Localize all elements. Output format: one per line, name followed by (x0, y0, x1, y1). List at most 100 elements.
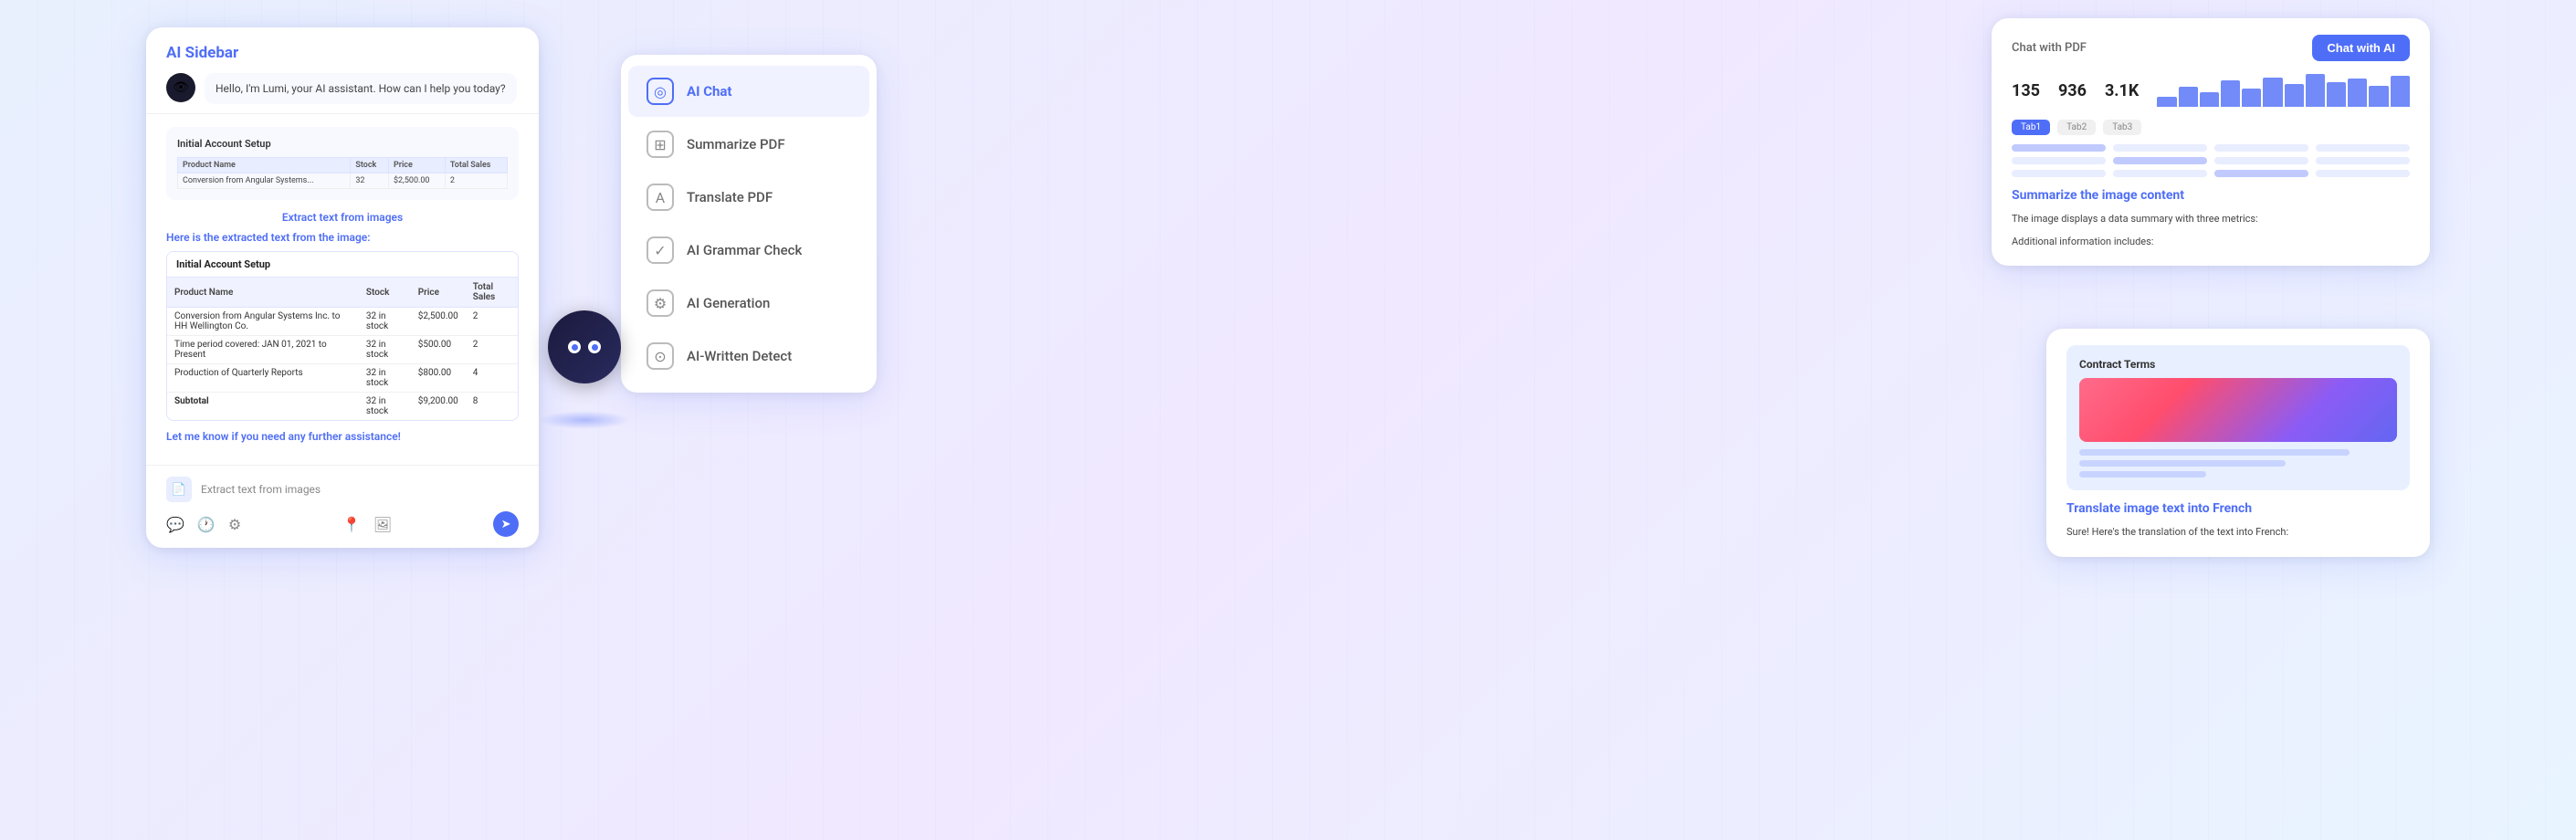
bar-2 (2179, 87, 2198, 107)
summary-text: The image displays a data summary with t… (2012, 212, 2410, 227)
contract-line-1 (2079, 449, 2350, 456)
extracted-table-wrapper: Initial Account Setup Product Name Stock… (166, 251, 519, 421)
table-preview-row-3 (2012, 170, 2410, 177)
preview-row: Conversion from Angular Systems... 32 $2… (178, 173, 508, 189)
extract-preview: Initial Account Setup Product Name Stock… (166, 127, 519, 200)
stat-tab-3[interactable]: Tab3 (2103, 120, 2141, 135)
settings-icon[interactable]: ⚙ (228, 516, 241, 533)
contract-image-placeholder (2079, 378, 2397, 442)
preview-col-6 (2316, 157, 2410, 164)
bar-10 (2348, 79, 2367, 107)
preview-col-header-product: Product Name (178, 158, 351, 173)
bar-3 (2200, 92, 2219, 107)
extract-preview-title: Initial Account Setup (177, 138, 508, 150)
send-button[interactable]: ➤ (493, 511, 519, 537)
bar-5 (2242, 89, 2261, 107)
stat-value-3: 3.1K (2105, 81, 2139, 100)
chat-with-ai-button[interactable]: Chat with AI (2312, 35, 2410, 61)
menu-item-ai-generation[interactable]: ⚙ AI Generation (628, 278, 869, 329)
chat-pdf-title: Chat with PDF (2012, 41, 2087, 55)
col-product: Product Name (167, 278, 359, 308)
contract-preview-title: Contract Terms (2079, 358, 2397, 371)
clock-icon[interactable]: 🕐 (197, 516, 216, 533)
table-preview-row-2 (2012, 157, 2410, 164)
contract-line-2 (2079, 460, 2286, 467)
ai-greeting-text: Hello, I'm Lumi, your AI assistant. How … (205, 73, 517, 104)
menu-label-ai-chat: AI Chat (687, 83, 732, 100)
bar-4 (2221, 80, 2240, 107)
bar-12 (2391, 76, 2410, 107)
footer-input-row: 📄 Extract text from images (166, 477, 519, 502)
table-row: Conversion from Angular Systems Inc. to … (167, 308, 518, 336)
preview-col-dark-3 (2214, 170, 2308, 177)
location-pin-icon: 📍 (342, 516, 361, 533)
stat-tabs: Tab1 Tab2 Tab3 (2012, 120, 2410, 135)
menu-label-summarize-pdf: Summarize PDF (687, 136, 785, 152)
extracted-table: Product Name Stock Price Total Sales Con… (167, 278, 518, 420)
preview-col-header-stock: Stock (351, 158, 389, 173)
mini-bar-chart (2157, 74, 2410, 107)
col-sales: Total Sales (466, 278, 518, 308)
preview-col-7 (2012, 170, 2106, 177)
extracted-text-label: Here is the extracted text from the imag… (166, 231, 519, 244)
menu-item-summarize-pdf[interactable]: ⊞ Summarize PDF (628, 119, 869, 170)
menu-item-grammar-check[interactable]: ✓ AI Grammar Check (628, 225, 869, 276)
ai-sidebar-card: AI Sidebar Hello, I'm Lumi, your AI assi… (146, 27, 539, 548)
bar-9 (2327, 82, 2346, 107)
table-preview (2012, 144, 2410, 177)
menu-item-ai-written-detect[interactable]: ⊙ AI-Written Detect (628, 331, 869, 382)
footer-input-text: Extract text from images (201, 483, 519, 496)
translate-pdf-icon: A (647, 184, 674, 211)
further-assistance-text: Let me know if you need any further assi… (166, 430, 519, 443)
preview-col-5 (2214, 157, 2308, 164)
extract-link[interactable]: Extract text from images (166, 211, 519, 224)
preview-col-9 (2316, 170, 2410, 177)
bar-6 (2263, 78, 2282, 107)
table-preview-row-1 (2012, 144, 2410, 152)
stat-item-3: 3.1K (2105, 81, 2139, 100)
preview-col-8 (2113, 170, 2207, 177)
stat-item-2: 936 (2058, 81, 2087, 100)
menu-item-ai-chat[interactable]: ◎ AI Chat (628, 66, 869, 117)
stat-tab-1[interactable]: Tab1 (2012, 120, 2050, 135)
preview-col-header-sales: Total Sales (445, 158, 507, 173)
contract-lines (2079, 449, 2397, 478)
bar-7 (2285, 84, 2304, 107)
robot-glow (539, 411, 630, 429)
menu-label-grammar-check: AI Grammar Check (687, 242, 802, 258)
grammar-check-icon: ✓ (647, 236, 674, 264)
ai-sidebar-header: AI Sidebar Hello, I'm Lumi, your AI assi… (146, 27, 539, 114)
stat-tab-2[interactable]: Tab2 (2057, 120, 2096, 135)
stat-value-1: 135 (2012, 81, 2040, 100)
col-price: Price (411, 278, 466, 308)
speech-bubble-icon[interactable]: 💬 (166, 516, 184, 533)
summary-subtext: Additional information includes: (2012, 235, 2410, 250)
col-stock: Stock (359, 278, 411, 308)
chat-pdf-header: Chat with PDF Chat with AI (2012, 35, 2410, 61)
menu-label-translate-pdf: Translate PDF (687, 189, 773, 205)
footer-icons-row: 💬 🕐 ⚙ 📍 🖼 ➤ (166, 511, 519, 537)
doc-icon: 📄 (166, 477, 192, 502)
robot-eyes (568, 341, 601, 353)
preview-col-4 (2012, 157, 2106, 164)
ai-generation-icon: ⚙ (647, 289, 674, 317)
preview-col-header-price: Price (388, 158, 445, 173)
ai-sidebar-content: Initial Account Setup Product Name Stock… (146, 114, 539, 465)
table-row: Subtotal 32 in stock $9,200.00 8 (167, 393, 518, 421)
preview-col-1 (2113, 144, 2207, 152)
image-upload-icon[interactable]: 🖼 (373, 516, 392, 533)
contract-line-3 (2079, 471, 2206, 478)
robot-mascot (530, 310, 639, 420)
chat-pdf-card: Chat with PDF Chat with AI 135 936 3.1K (1992, 18, 2430, 266)
table-row: Production of Quarterly Reports 32 in st… (167, 364, 518, 393)
stat-value-2: 936 (2058, 81, 2087, 100)
ai-sidebar-title: AI Sidebar (166, 44, 519, 62)
menu-item-translate-pdf[interactable]: A Translate PDF (628, 172, 869, 223)
ai-chat-icon: ◎ (647, 78, 674, 105)
extracted-table-title: Initial Account Setup (167, 252, 518, 278)
translate-link[interactable]: Translate image text into French (2066, 501, 2410, 516)
summarize-link[interactable]: Summarize the image content (2012, 188, 2410, 203)
bar-1 (2157, 97, 2176, 107)
preview-col-3 (2316, 144, 2410, 152)
contract-card: Contract Terms Translate image text into… (2046, 329, 2430, 557)
